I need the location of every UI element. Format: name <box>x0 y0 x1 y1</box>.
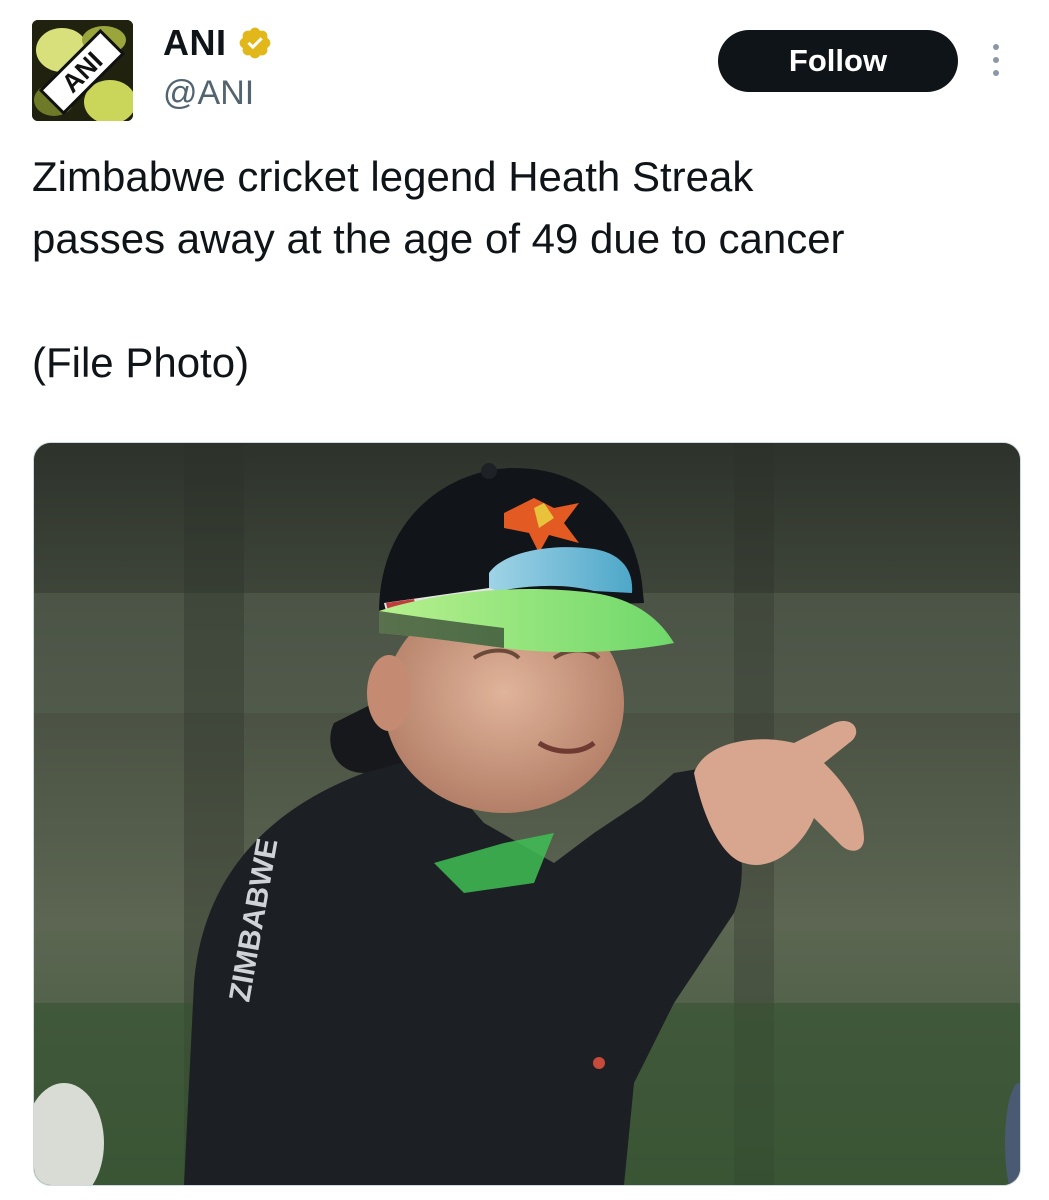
tweet-text: Zimbabwe cricket legend Heath Streak pas… <box>32 146 1022 394</box>
tweet-text-line: Zimbabwe cricket legend Heath Streak <box>32 153 754 200</box>
tweet-header: ANI ANI @ANI Follow <box>0 0 1049 140</box>
avatar[interactable]: ANI <box>32 20 133 121</box>
display-name[interactable]: ANI <box>163 22 227 64</box>
photo-illustration: ZIMBABWE <box>34 443 1020 1185</box>
tweet-text-line: passes away at the age of 49 due to canc… <box>32 215 845 262</box>
tweet-photo[interactable]: ZIMBABWE <box>33 442 1021 1186</box>
more-dot <box>993 70 999 76</box>
ani-logo-icon: ANI <box>32 20 133 121</box>
verified-badge-icon <box>237 25 273 61</box>
tweet-text-line: (File Photo) <box>32 339 250 386</box>
more-dot <box>993 57 999 63</box>
handle[interactable]: @ANI <box>163 74 273 113</box>
tweet-card: ANI ANI @ANI Follow Zimbabwe cricket leg… <box>0 0 1049 1200</box>
follow-button[interactable]: Follow <box>718 30 958 92</box>
more-options-icon[interactable] <box>984 40 1008 80</box>
author-block: ANI @ANI <box>163 20 273 113</box>
display-name-row: ANI <box>163 20 273 66</box>
more-dot <box>993 44 999 50</box>
